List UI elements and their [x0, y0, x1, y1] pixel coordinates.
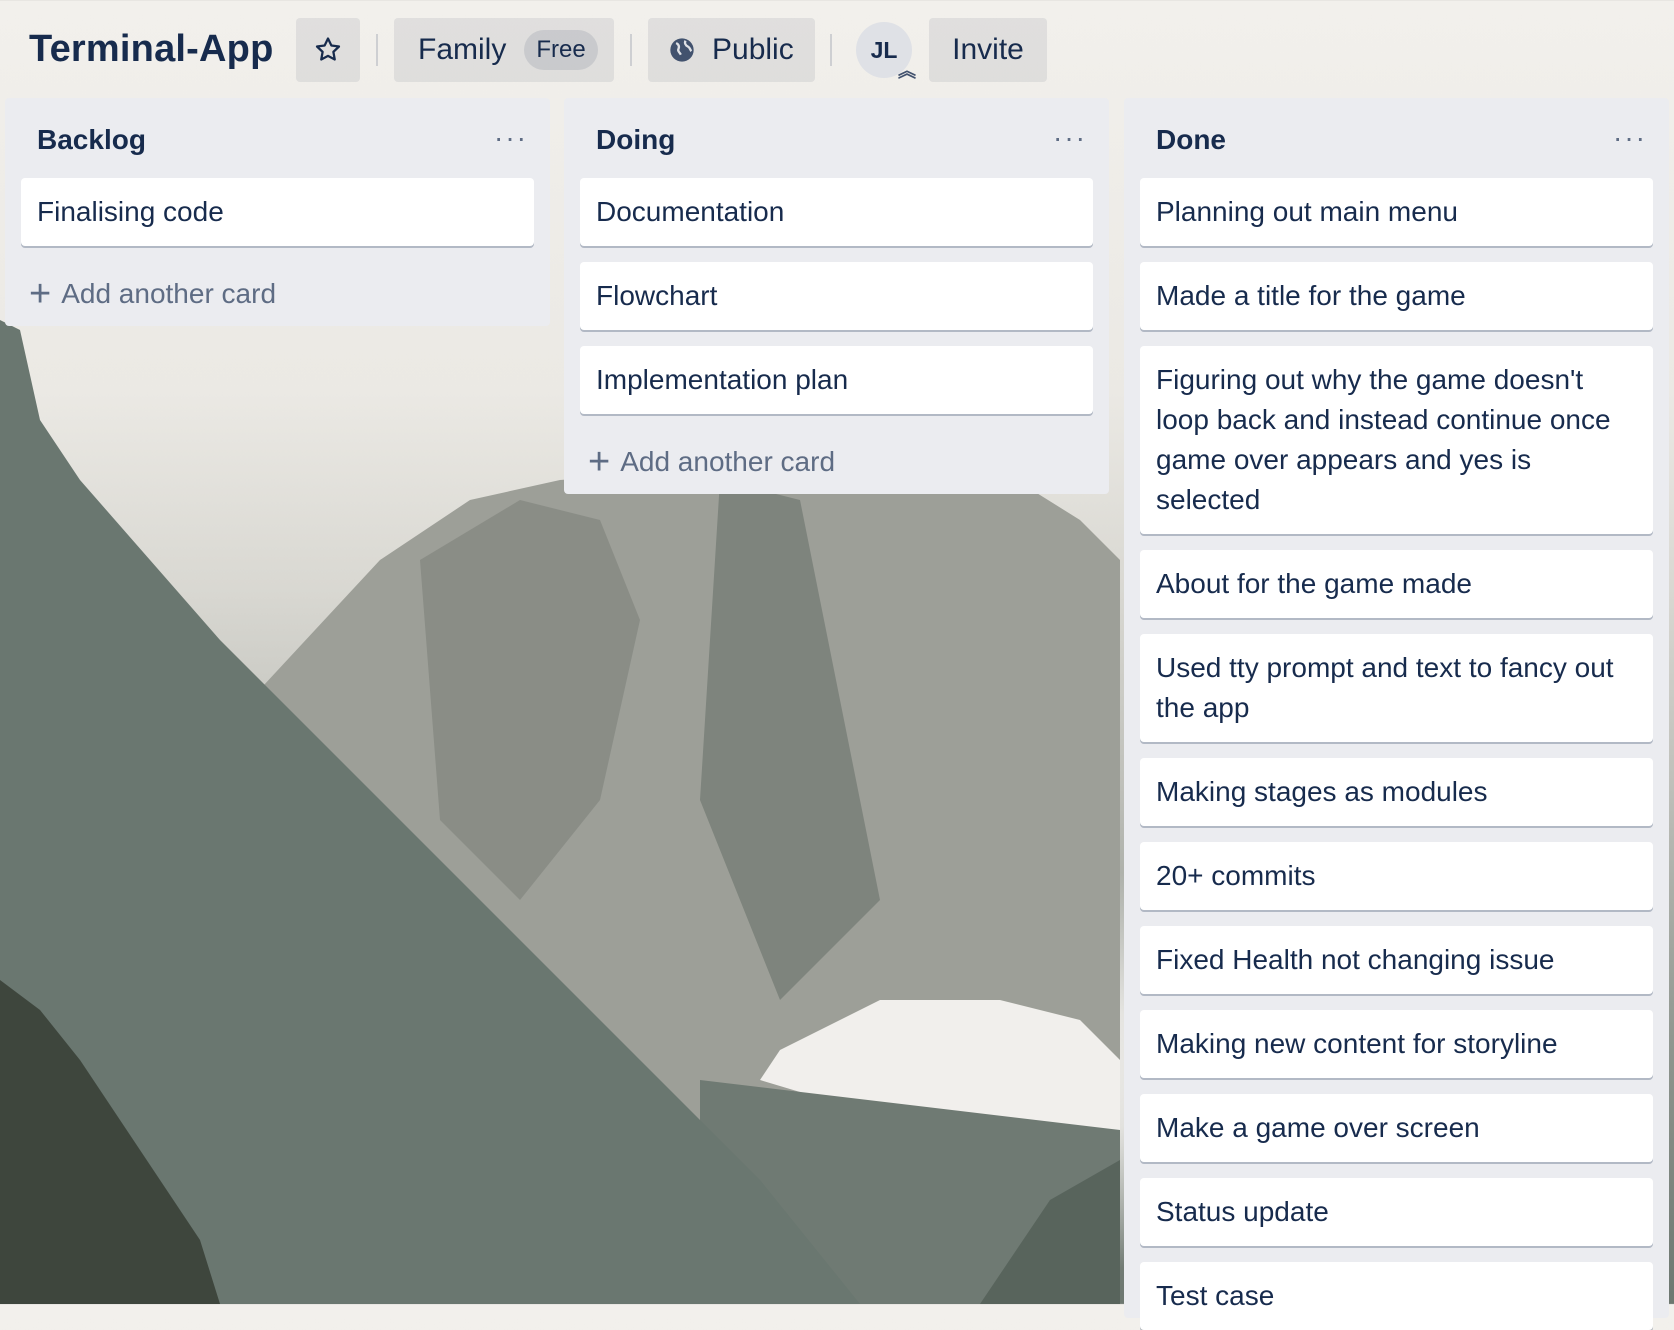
workspace-label: Family — [418, 33, 507, 66]
card[interactable]: Planning out main menu — [1140, 178, 1653, 246]
card[interactable]: Making new content for storyline — [1140, 1010, 1653, 1078]
card[interactable]: Implementation plan — [580, 346, 1093, 414]
star-icon — [313, 35, 343, 65]
plus-icon: + — [29, 273, 52, 315]
card[interactable]: Fixed Health not changing issue — [1140, 926, 1653, 994]
avatar-initials: JL — [870, 36, 898, 63]
card[interactable]: Make a game over screen — [1140, 1094, 1653, 1162]
card[interactable]: Made a title for the game — [1140, 262, 1653, 330]
visibility-label: Public — [712, 33, 794, 66]
card[interactable]: Finalising code — [21, 178, 534, 246]
add-card-button[interactable]: + Add another card — [5, 262, 550, 326]
list-title[interactable]: Done — [1156, 124, 1226, 156]
plan-badge: Free — [524, 30, 598, 70]
more-horizontal-icon[interactable]: ··· — [1053, 122, 1087, 154]
list-title[interactable]: Backlog — [37, 124, 146, 156]
card[interactable]: Test case — [1140, 1262, 1653, 1330]
list-backlog: Backlog ··· Finalising code + Add anothe… — [5, 98, 550, 326]
visibility-button[interactable]: Public — [648, 18, 815, 82]
list-doing: Doing ··· Documentation Flowchart Implem… — [564, 98, 1109, 494]
header-divider — [830, 34, 832, 66]
card[interactable]: Documentation — [580, 178, 1093, 246]
board-title[interactable]: Terminal-App — [29, 28, 273, 71]
card[interactable]: Status update — [1140, 1178, 1653, 1246]
card[interactable]: 20+ commits — [1140, 842, 1653, 910]
member-avatar[interactable]: JL ︽ — [856, 22, 916, 80]
more-horizontal-icon[interactable]: ··· — [494, 122, 528, 154]
header-divider — [630, 34, 632, 66]
star-board-button[interactable] — [296, 18, 360, 82]
globe-icon — [668, 36, 696, 64]
add-card-label: Add another card — [620, 446, 836, 477]
card[interactable]: Used tty prompt and text to fancy out th… — [1140, 634, 1653, 742]
board-header: Terminal-App Family Free Public JL ︽ Inv… — [0, 0, 1674, 100]
card[interactable]: Figuring out why the game doesn't loop b… — [1140, 346, 1653, 534]
add-card-label: Add another card — [61, 278, 277, 309]
card[interactable]: About for the game made — [1140, 550, 1653, 618]
admin-chevron-icon: ︽ — [898, 61, 916, 81]
add-card-button[interactable]: + Add another card — [564, 430, 1109, 494]
workspace-button[interactable]: Family Free — [394, 18, 614, 82]
list-title[interactable]: Doing — [596, 124, 675, 156]
list-header: Done ··· — [1124, 98, 1669, 178]
invite-button[interactable]: Invite — [929, 18, 1047, 82]
card[interactable]: Making stages as modules — [1140, 758, 1653, 826]
list-header: Backlog ··· — [5, 98, 550, 178]
list-done: Done ··· Planning out main menu Made a t… — [1124, 98, 1669, 1330]
card[interactable]: Flowchart — [580, 262, 1093, 330]
more-horizontal-icon[interactable]: ··· — [1613, 122, 1647, 154]
plus-icon: + — [588, 441, 611, 483]
list-header: Doing ··· — [564, 98, 1109, 178]
header-divider — [376, 34, 378, 66]
